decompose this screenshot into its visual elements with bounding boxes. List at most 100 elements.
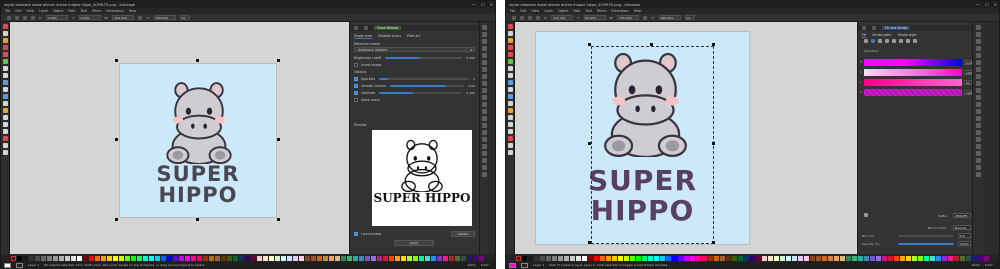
color-swatch[interactable] <box>41 256 46 261</box>
mesh-tool-icon[interactable] <box>2 122 8 127</box>
color-swatch[interactable] <box>377 256 382 261</box>
color-swatch[interactable] <box>696 256 701 261</box>
menu-edit[interactable]: Edit <box>520 9 526 13</box>
eraser-tool-icon[interactable] <box>2 101 8 106</box>
color-swatch[interactable] <box>708 256 713 261</box>
color-swatch[interactable] <box>912 256 917 261</box>
saturation-gradient-slider[interactable] <box>864 69 962 76</box>
blend-mode-select[interactable]: Normal <box>953 225 971 230</box>
color-swatch[interactable] <box>461 256 466 261</box>
mesh-gradient-icon[interactable] <box>892 39 896 43</box>
color-swatch[interactable] <box>588 256 593 261</box>
color-swatch[interactable] <box>317 256 322 261</box>
color-swatch[interactable] <box>846 256 851 261</box>
color-swatch[interactable] <box>419 256 424 261</box>
color-swatch[interactable] <box>816 256 821 261</box>
color-swatch[interactable] <box>221 256 226 261</box>
color-swatch[interactable] <box>395 256 400 261</box>
align-icon[interactable] <box>481 165 487 170</box>
zoom-tool-icon[interactable] <box>507 150 513 155</box>
color-swatch[interactable] <box>29 256 34 261</box>
pencil-tool-icon[interactable] <box>2 66 8 71</box>
bucket-tool-icon[interactable] <box>2 108 8 113</box>
node-tool-icon[interactable] <box>507 31 513 36</box>
color-swatch[interactable] <box>984 256 989 261</box>
color-swatch[interactable] <box>612 256 617 261</box>
spray-tool-icon[interactable] <box>507 94 513 99</box>
tab-icon[interactable] <box>364 26 368 30</box>
color-swatch[interactable] <box>570 256 575 261</box>
spiral-tool-icon[interactable] <box>2 59 8 64</box>
color-swatch[interactable] <box>768 256 773 261</box>
menu-object[interactable]: Object <box>558 9 568 13</box>
color-swatch[interactable] <box>648 256 653 261</box>
text-tool-icon[interactable] <box>2 87 8 92</box>
color-swatch[interactable] <box>65 256 70 261</box>
color-swatch[interactable] <box>600 256 605 261</box>
color-swatch[interactable] <box>35 256 40 261</box>
unit-select[interactable]: px <box>179 15 190 20</box>
color-swatch[interactable] <box>113 256 118 261</box>
color-swatch[interactable] <box>101 256 106 261</box>
color-swatch[interactable] <box>155 256 160 261</box>
menu-view[interactable]: View <box>27 9 35 13</box>
color-swatch[interactable] <box>449 256 454 261</box>
swatch-icon[interactable] <box>906 39 910 43</box>
color-swatch[interactable] <box>702 256 707 261</box>
export-icon[interactable] <box>481 60 487 65</box>
color-swatch[interactable] <box>792 256 797 261</box>
color-swatch[interactable] <box>594 256 599 261</box>
layers-icon[interactable] <box>976 151 981 156</box>
dropper-tool-icon[interactable] <box>2 129 8 134</box>
align-icon[interactable] <box>976 165 981 170</box>
color-swatch[interactable] <box>149 256 154 261</box>
maximize-button[interactable]: ☐ <box>481 2 485 7</box>
fill-stroke-icon[interactable] <box>481 137 487 142</box>
color-swatch[interactable] <box>540 256 545 261</box>
zoom-tool-icon[interactable] <box>2 150 8 155</box>
scale-handle-left[interactable] <box>588 142 591 145</box>
text-tool-icon[interactable] <box>507 87 513 92</box>
color-swatch[interactable] <box>714 256 719 261</box>
option-value[interactable]: 1.00 <box>468 84 475 88</box>
color-swatch[interactable] <box>455 256 460 261</box>
menu-view[interactable]: View <box>532 9 540 13</box>
group-icon[interactable] <box>976 123 981 128</box>
ungroup-icon[interactable] <box>976 130 981 135</box>
export-icon[interactable] <box>976 60 981 65</box>
rotate-icon[interactable] <box>520 15 524 20</box>
print-icon[interactable] <box>481 46 487 51</box>
color-swatch[interactable] <box>143 256 148 261</box>
tab-fill[interactable]: Fill <box>862 33 867 38</box>
close-button[interactable]: ✕ <box>994 2 997 7</box>
color-swatch[interactable] <box>930 256 935 261</box>
rgba-field[interactable]: 4f004fff <box>953 213 971 218</box>
color-swatch[interactable] <box>341 256 346 261</box>
save-icon[interactable] <box>481 39 487 44</box>
color-swatch[interactable] <box>576 256 581 261</box>
color-swatch[interactable] <box>558 256 563 261</box>
ellipse-tool-icon[interactable] <box>507 45 513 50</box>
mesh-tool-icon[interactable] <box>507 122 513 127</box>
pattern-icon[interactable] <box>899 39 903 43</box>
scale-handle-tr[interactable] <box>277 59 280 62</box>
menu-path[interactable]: Path <box>573 9 580 13</box>
opacity-value[interactable]: 100.0 <box>958 241 971 246</box>
zoom-value[interactable]: 102% <box>971 263 980 267</box>
zoom-drawing-icon[interactable] <box>481 102 487 107</box>
color-swatch[interactable] <box>281 256 286 261</box>
lock-icon[interactable] <box>643 15 648 20</box>
minimize-button[interactable]: — <box>472 2 476 7</box>
tab-multiple-scans[interactable]: Multiple scans <box>378 34 401 38</box>
color-swatch[interactable] <box>780 256 785 261</box>
flat-color-icon[interactable] <box>871 39 875 43</box>
channel-s-value[interactable]: 100 <box>964 70 972 75</box>
color-swatch[interactable] <box>972 256 977 261</box>
calligraphy-tool-icon[interactable] <box>507 80 513 85</box>
undo-icon[interactable] <box>976 67 981 72</box>
blur-slider[interactable] <box>898 234 954 237</box>
x-field[interactable]: 0.000 <box>46 15 69 20</box>
ungroup-icon[interactable] <box>481 130 487 135</box>
open-icon[interactable] <box>481 32 487 37</box>
color-swatch[interactable] <box>299 256 304 261</box>
